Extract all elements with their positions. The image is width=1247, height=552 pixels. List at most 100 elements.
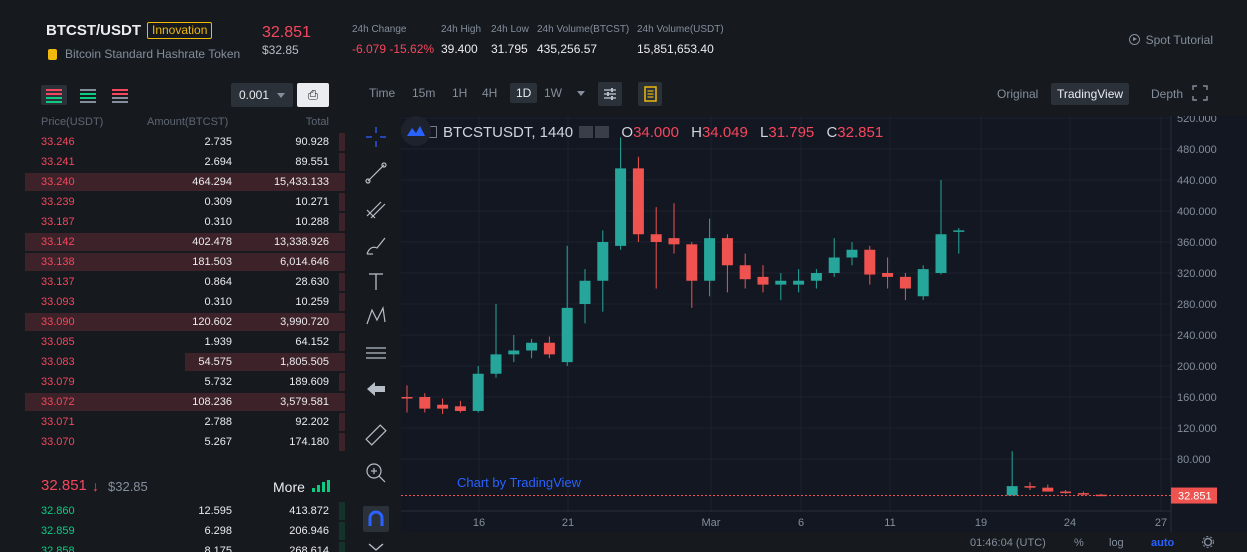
ask-row[interactable]: 33.071 2.788 92.202 (25, 412, 345, 432)
crosshair-icon[interactable] (363, 124, 389, 150)
interval-1w[interactable]: 1W (544, 86, 562, 100)
ask-price: 33.187 (41, 216, 75, 228)
token-full-name[interactable]: Bitcoin Standard Hashrate Token (65, 47, 240, 61)
indicator-settings-button[interactable] (598, 82, 622, 106)
book-mode-asks-button[interactable] (107, 85, 133, 105)
fib-tool-icon[interactable] (363, 196, 389, 222)
view-tradingview[interactable]: TradingView (1051, 83, 1130, 105)
interval-4h[interactable]: 4H (482, 86, 497, 100)
ask-row[interactable]: 33.240 464.294 15,433.133 (25, 172, 345, 192)
bid-price: 32.859 (41, 525, 75, 537)
ask-row[interactable]: 33.246 2.735 90.928 (25, 132, 345, 152)
ask-amount: 2.694 (204, 156, 232, 168)
y-tick-label: 440.000 (1177, 175, 1217, 187)
eye-icon[interactable] (579, 126, 594, 138)
settings-icon[interactable] (595, 126, 610, 138)
ask-row[interactable]: 33.083 54.575 1,805.505 (25, 352, 345, 372)
bid-row[interactable]: 32.860 12.595 413.872 (25, 501, 345, 521)
candle-body (899, 276, 911, 289)
ask-amount: 1.939 (204, 336, 232, 348)
more-link[interactable]: More (273, 479, 305, 495)
y-tick-label: 360.000 (1177, 237, 1217, 249)
ask-row[interactable]: 33.142 402.478 13,338.926 (25, 232, 345, 252)
ask-row[interactable]: 33.241 2.694 89.551 (25, 152, 345, 172)
bid-total: 206.946 (289, 525, 329, 537)
pattern-tool-icon[interactable] (363, 304, 389, 330)
view-depth[interactable]: Depth (1151, 87, 1183, 101)
ask-row[interactable]: 33.090 120.602 3,990.720 (25, 312, 345, 332)
ask-price: 33.083 (41, 356, 75, 368)
ask-row[interactable]: 33.079 5.732 189.609 (25, 372, 345, 392)
ruler-icon[interactable] (363, 422, 389, 448)
percent-toggle[interactable]: % (1074, 537, 1084, 549)
interval-15m[interactable]: 15m (412, 86, 435, 100)
ask-row[interactable]: 33.072 108.236 3,579.581 (25, 392, 345, 412)
candlestick-chart[interactable]: 520.000 480.000 440.000 400.000 360.000 320.0… (401, 116, 1247, 552)
stat-label: 24h Low (491, 24, 529, 35)
auto-toggle[interactable]: auto (1151, 537, 1174, 549)
tick-size-select[interactable]: 0.001 (231, 83, 293, 107)
ask-amount: 108.236 (192, 396, 232, 408)
book-mode-bids-button[interactable] (75, 85, 101, 105)
book-mode-both-button[interactable] (41, 85, 67, 105)
bid-row[interactable]: 32.858 8.175 268.614 (25, 541, 345, 552)
depth-bar (339, 273, 345, 291)
bid-price: 32.858 (41, 545, 75, 552)
log-toggle[interactable]: log (1109, 537, 1124, 549)
bid-total: 413.872 (289, 505, 329, 517)
ask-row[interactable]: 33.187 0.310 10.288 (25, 212, 345, 232)
chevron-down-icon[interactable] (363, 538, 389, 552)
prediction-tool-icon[interactable] (363, 340, 389, 366)
ask-total: 92.202 (295, 416, 329, 428)
brush-icon[interactable] (363, 232, 389, 258)
ask-row[interactable]: 33.093 0.310 10.259 (25, 292, 345, 312)
view-original[interactable]: Original (997, 87, 1038, 101)
x-tick-label: 24 (1064, 517, 1076, 529)
candle-body (1024, 486, 1036, 488)
candle-body (757, 276, 769, 285)
ask-price: 33.241 (41, 156, 75, 168)
zoom-in-icon[interactable] (363, 460, 389, 486)
arrow-left-icon[interactable] (363, 376, 389, 402)
ask-row[interactable]: 33.239 0.309 10.271 (25, 192, 345, 212)
ask-row[interactable]: 33.138 181.503 6,014.646 (25, 252, 345, 272)
candle-body (917, 269, 929, 297)
y-tick-label: 160.000 (1177, 392, 1217, 404)
interval-time[interactable]: Time (369, 86, 395, 100)
depth-bar (339, 502, 345, 520)
stat-value: 31.795 (491, 42, 528, 56)
spot-tutorial-link[interactable]: Spot Tutorial (1128, 33, 1213, 47)
document-icon (644, 86, 657, 102)
candle-body (686, 244, 698, 281)
interval-1d[interactable]: 1D (510, 83, 538, 103)
ask-row[interactable]: 33.137 0.864 28.630 (25, 272, 345, 292)
text-tool-icon[interactable] (363, 268, 389, 294)
gear-icon[interactable] (1202, 536, 1214, 548)
innovation-tag[interactable]: Innovation (147, 22, 213, 39)
interval-1h[interactable]: 1H (452, 86, 467, 100)
ohlc-low: 31.795 (768, 124, 815, 141)
last-price-usd: $32.85 (262, 43, 299, 57)
fullscreen-icon[interactable] (1192, 85, 1208, 101)
bid-amount: 12.595 (198, 505, 232, 517)
printer-icon[interactable]: ⎙ (297, 83, 329, 107)
candle-body (828, 257, 840, 273)
x-tick-label: 6 (798, 517, 804, 529)
ask-row[interactable]: 33.085 1.939 64.152 (25, 332, 345, 352)
ask-total: 1,805.505 (280, 356, 329, 368)
coin-icon (48, 49, 57, 60)
current-price-label: 32.851 (1178, 491, 1212, 503)
magnet-icon[interactable] (363, 506, 389, 532)
candle-body (615, 168, 627, 246)
ask-row[interactable]: 33.070 5.267 174.180 (25, 432, 345, 452)
pair-name[interactable]: BTCST/USDT (46, 22, 141, 39)
ask-amount: 0.864 (204, 276, 232, 288)
trend-line-icon[interactable] (363, 160, 389, 186)
bid-row[interactable]: 32.859 6.298 206.946 (25, 521, 345, 541)
play-icon (1128, 34, 1140, 45)
template-button[interactable] (638, 82, 662, 106)
candle-body (953, 230, 965, 232)
tradingview-watermark[interactable]: Chart by TradingView (457, 475, 581, 490)
chevron-down-icon[interactable] (577, 91, 585, 96)
chart-legend: BTCSTUSDT, 1440 O34.000 H34.049 L31.795 … (425, 124, 883, 141)
